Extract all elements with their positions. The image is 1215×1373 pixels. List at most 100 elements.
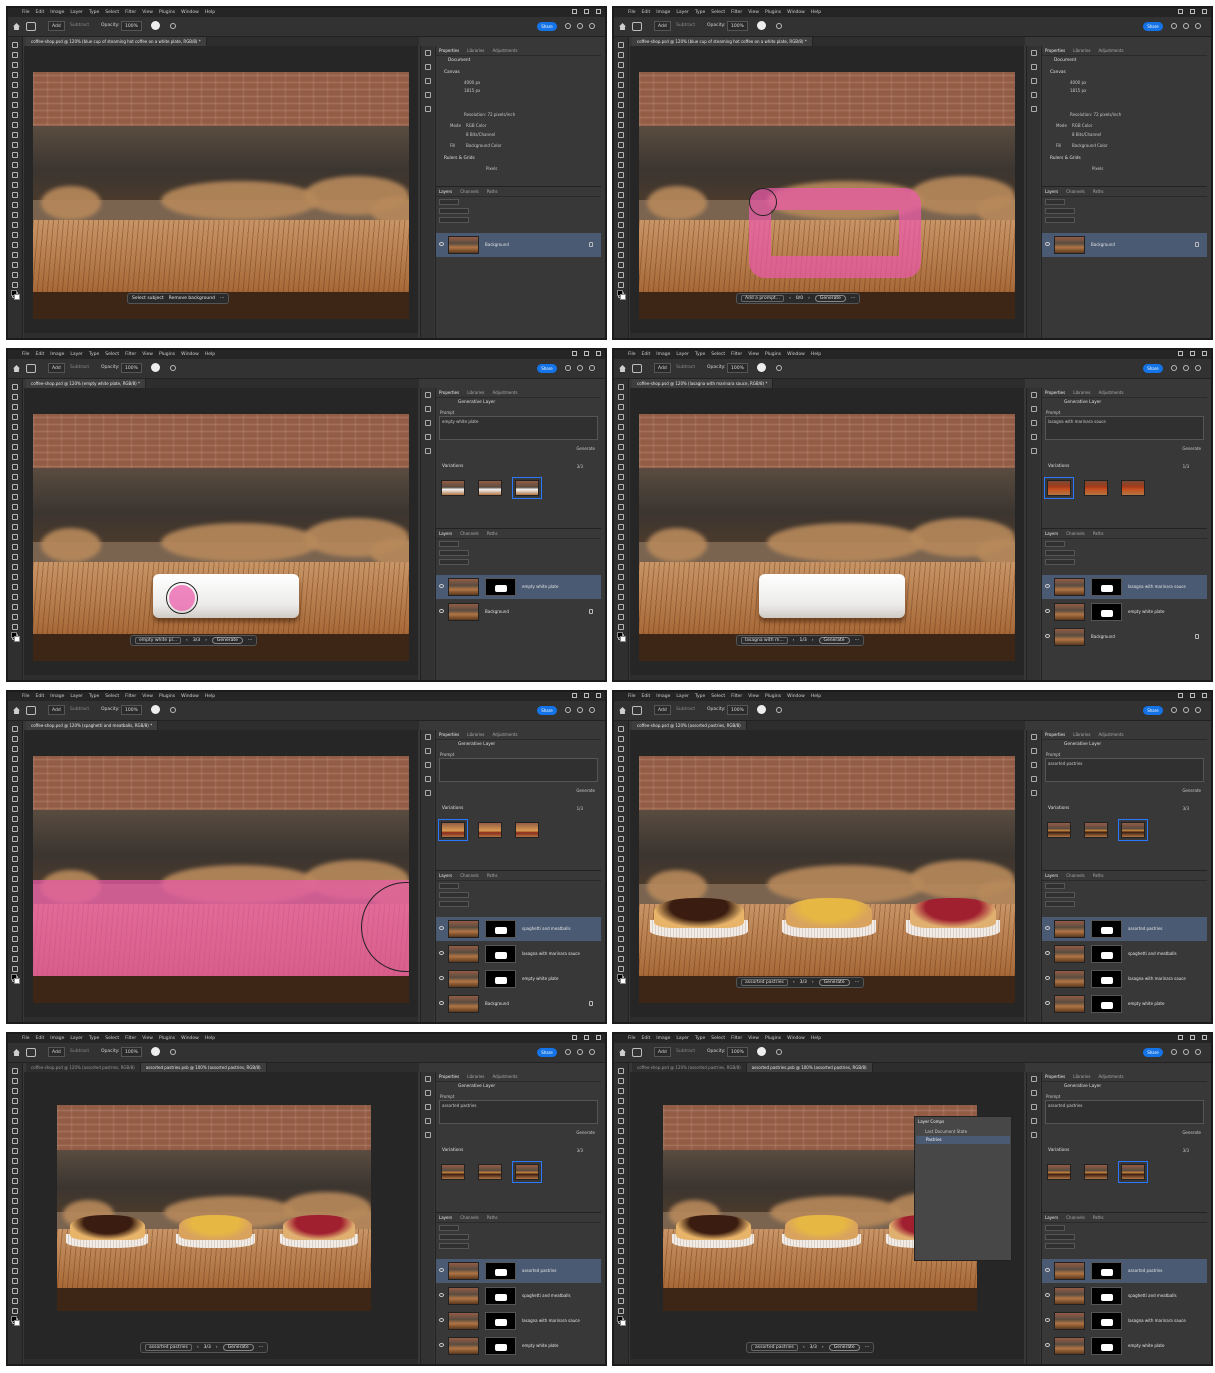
maximize-icon[interactable] xyxy=(584,351,589,356)
panel-icon[interactable] xyxy=(1031,406,1037,412)
layer-filter-control[interactable] xyxy=(1045,1234,1075,1240)
variation-thumbnail[interactable] xyxy=(515,822,539,838)
background-color-swatch[interactable] xyxy=(620,978,626,984)
tool-icon[interactable] xyxy=(618,222,624,228)
layer-filter-control[interactable] xyxy=(439,892,469,898)
prompt-input[interactable]: assorted pastries xyxy=(741,979,788,986)
menu-item[interactable]: Help xyxy=(205,10,215,15)
tool-icon[interactable] xyxy=(12,1308,18,1314)
tool-icon[interactable] xyxy=(618,554,624,560)
brush-preview-icon[interactable] xyxy=(151,21,160,30)
tool-icon[interactable] xyxy=(12,1298,18,1304)
tool-icon[interactable] xyxy=(618,1248,624,1254)
layer-name[interactable]: Background xyxy=(1091,634,1115,639)
settings-icon[interactable] xyxy=(776,707,782,713)
menu-item[interactable]: Layer xyxy=(70,694,83,699)
tool-icon[interactable] xyxy=(618,272,624,278)
menu-item[interactable]: View xyxy=(142,1036,153,1041)
layer-name[interactable]: lasagna with marinara sauce xyxy=(1128,976,1186,981)
help-icon[interactable] xyxy=(577,1049,583,1055)
share-button[interactable]: Share xyxy=(1143,22,1163,31)
tool-icon[interactable] xyxy=(618,414,624,420)
help-icon[interactable] xyxy=(577,707,583,713)
tool-icon[interactable] xyxy=(618,1258,624,1264)
menu-item[interactable]: File xyxy=(22,1036,30,1041)
menu-item[interactable]: File xyxy=(628,10,636,15)
tool-icon[interactable] xyxy=(618,604,624,610)
layers-tab[interactable]: Paths xyxy=(1093,873,1104,878)
tool-icon[interactable] xyxy=(12,142,18,148)
menu-item[interactable]: File xyxy=(22,694,30,699)
generate-button[interactable]: Generate xyxy=(1182,1130,1201,1135)
tool-icon[interactable] xyxy=(618,1298,624,1304)
mode-add-button[interactable]: Add xyxy=(654,363,671,373)
close-icon[interactable] xyxy=(1202,693,1207,698)
variation-thumbnail[interactable] xyxy=(1084,1164,1108,1180)
menu-item[interactable]: Filter xyxy=(731,10,742,15)
visibility-eye-icon[interactable] xyxy=(439,1001,444,1005)
tool-icon[interactable] xyxy=(12,152,18,158)
tool-icon[interactable] xyxy=(12,1188,18,1194)
menu-item[interactable]: Edit xyxy=(642,694,651,699)
tool-icon[interactable] xyxy=(12,262,18,268)
panel-tab[interactable]: Properties xyxy=(439,390,459,395)
menu-item[interactable]: View xyxy=(748,1036,759,1041)
panel-icon[interactable] xyxy=(1031,50,1037,56)
tool-icon[interactable] xyxy=(618,232,624,238)
search-icon[interactable] xyxy=(565,23,571,29)
tool-icon[interactable] xyxy=(618,826,624,832)
variation-thumbnail[interactable] xyxy=(1084,480,1108,496)
visibility-eye-icon[interactable] xyxy=(439,609,444,613)
panel-icon[interactable] xyxy=(1031,790,1037,796)
visibility-eye-icon[interactable] xyxy=(1045,242,1050,246)
tool-icon[interactable] xyxy=(618,1228,624,1234)
tool-icon[interactable] xyxy=(618,816,624,822)
variation-thumbnail[interactable] xyxy=(478,480,502,496)
prompt-input[interactable]: empty white pl... xyxy=(135,637,182,644)
tool-icon[interactable] xyxy=(618,202,624,208)
menu-item[interactable]: Help xyxy=(811,694,821,699)
panel-icon[interactable] xyxy=(425,92,431,98)
opacity-field[interactable]: 100% xyxy=(727,21,748,31)
tool-icon[interactable] xyxy=(12,92,18,98)
settings-icon[interactable] xyxy=(776,23,782,29)
mode-subtract-button[interactable]: Subtract xyxy=(676,1049,695,1054)
tool-icon[interactable] xyxy=(12,1158,18,1164)
panel-icon[interactable] xyxy=(425,776,431,782)
visibility-eye-icon[interactable] xyxy=(1045,1343,1050,1347)
panel-tab[interactable]: Properties xyxy=(439,1074,459,1079)
generate-button[interactable]: Generate xyxy=(814,295,846,302)
layer-name[interactable]: spaghetti and meatballs xyxy=(522,1293,571,1298)
search-icon[interactable] xyxy=(1171,365,1177,371)
tool-icon[interactable] xyxy=(618,1168,624,1174)
tool-icon[interactable] xyxy=(618,92,624,98)
menu-item[interactable]: Layer xyxy=(676,694,689,699)
menu-item[interactable]: Plugins xyxy=(765,694,781,699)
generate-button[interactable]: Generate xyxy=(818,637,850,644)
layer-row[interactable]: lasagna with marinara sauce xyxy=(1042,967,1207,991)
more-options-icon[interactable]: ⋯ xyxy=(855,980,860,985)
mode-add-button[interactable]: Add xyxy=(654,705,671,715)
prompt-textarea[interactable]: assorted pastries xyxy=(1045,758,1204,782)
document-tab-active[interactable]: assorted pastries.psb @ 100% (assorted p… xyxy=(746,1063,873,1072)
tool-icon[interactable] xyxy=(618,182,624,188)
layer-mask-thumbnail[interactable] xyxy=(1091,578,1122,596)
search-icon[interactable] xyxy=(565,707,571,713)
tool-icon[interactable] xyxy=(12,946,18,952)
panel-icon[interactable] xyxy=(1031,1104,1037,1110)
workspace-icon[interactable] xyxy=(1195,707,1201,713)
previous-variation-icon[interactable]: ‹ xyxy=(793,980,795,985)
tool-icon[interactable] xyxy=(12,614,18,620)
layer-name[interactable]: Background xyxy=(485,609,509,614)
tool-icon[interactable] xyxy=(618,52,624,58)
tool-icon[interactable] xyxy=(618,1178,624,1184)
visibility-eye-icon[interactable] xyxy=(1045,1268,1050,1272)
close-icon[interactable] xyxy=(1202,1035,1207,1040)
maximize-icon[interactable] xyxy=(1190,693,1195,698)
tool-icon[interactable] xyxy=(618,966,624,972)
menu-item[interactable]: Type xyxy=(89,352,99,357)
layer-filter-control[interactable] xyxy=(439,199,459,205)
tool-icon[interactable] xyxy=(12,1228,18,1234)
brush-preview-icon[interactable] xyxy=(151,705,160,714)
tool-icon[interactable] xyxy=(618,1098,624,1104)
